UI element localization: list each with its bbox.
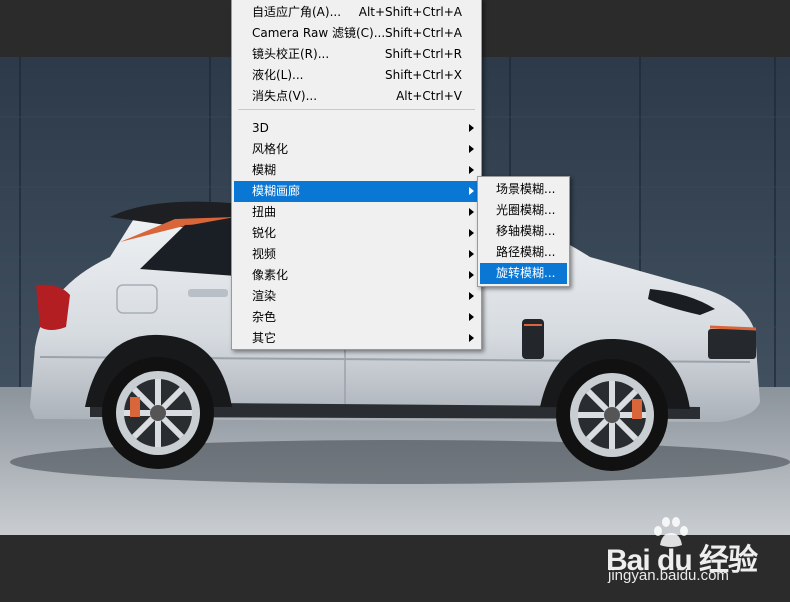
menu-item-field-blur[interactable]: 场景模糊... bbox=[480, 179, 567, 200]
menu-item-path-blur[interactable]: 路径模糊... bbox=[480, 242, 567, 263]
menu-item-label: 风格化 bbox=[252, 142, 289, 156]
menu-item-lens-correction[interactable]: 镜头校正(R)... Shift+Ctrl+R bbox=[234, 44, 479, 65]
menu-item-label: 视频 bbox=[252, 247, 277, 261]
blur-gallery-submenu: 场景模糊... 光圈模糊... 移轴模糊... 路径模糊... 旋转模糊... bbox=[477, 176, 570, 287]
submenu-arrow-icon bbox=[469, 229, 474, 237]
menu-item-shortcut: Shift+Ctrl+A bbox=[385, 26, 462, 40]
submenu-noise[interactable]: 杂色 bbox=[234, 307, 479, 328]
menu-item-spin-blur[interactable]: 旋转模糊... bbox=[480, 263, 567, 284]
submenu-arrow-icon bbox=[469, 208, 474, 216]
menu-item-label: 3D bbox=[252, 121, 269, 135]
submenu-arrow-icon bbox=[469, 334, 474, 342]
submenu-blur[interactable]: 模糊 bbox=[234, 160, 479, 181]
menu-item-label: 消失点(V)... bbox=[252, 89, 318, 103]
menu-item-label: 像素化 bbox=[252, 268, 289, 282]
menu-item-shortcut: Shift+Ctrl+X bbox=[385, 68, 462, 82]
menu-item-adaptive-wide-angle[interactable]: 自适应广角(A)... Alt+Shift+Ctrl+A bbox=[234, 2, 479, 23]
submenu-pixelate[interactable]: 像素化 bbox=[234, 265, 479, 286]
menu-item-label: 液化(L)... bbox=[252, 68, 304, 82]
submenu-3d[interactable]: 3D bbox=[234, 118, 479, 139]
submenu-sharpen[interactable]: 锐化 bbox=[234, 223, 479, 244]
menu-item-label: 镜头校正(R)... bbox=[252, 47, 330, 61]
menu-item-shortcut: Shift+Ctrl+R bbox=[384, 47, 462, 61]
submenu-other[interactable]: 其它 bbox=[234, 328, 479, 349]
submenu-distort[interactable]: 扭曲 bbox=[234, 202, 479, 223]
submenu-arrow-icon bbox=[469, 124, 474, 132]
menu-item-shortcut: Alt+Shift+Ctrl+A bbox=[358, 5, 462, 19]
menu-item-iris-blur[interactable]: 光圈模糊... bbox=[480, 200, 567, 221]
submenu-arrow-icon bbox=[469, 292, 474, 300]
menu-item-tilt-shift[interactable]: 移轴模糊... bbox=[480, 221, 567, 242]
menu-item-label: 扭曲 bbox=[252, 205, 277, 219]
menu-item-label: 移轴模糊... bbox=[496, 224, 556, 238]
menu-item-label: 其它 bbox=[252, 331, 277, 345]
menu-item-label: 路径模糊... bbox=[496, 245, 556, 259]
submenu-arrow-icon bbox=[469, 187, 474, 195]
submenu-video[interactable]: 视频 bbox=[234, 244, 479, 265]
submenu-arrow-icon bbox=[469, 313, 474, 321]
submenu-render[interactable]: 渲染 bbox=[234, 286, 479, 307]
menu-item-camera-raw-filter[interactable]: Camera Raw 滤镜(C)... Shift+Ctrl+A bbox=[234, 23, 479, 44]
baidu-jingyan-watermark: Bai du 经验 jingyan.baidu.com bbox=[606, 515, 786, 590]
menu-item-label: 光圈模糊... bbox=[496, 203, 556, 217]
menu-item-label: Camera Raw 滤镜(C)... bbox=[252, 26, 386, 40]
submenu-arrow-icon bbox=[469, 271, 474, 279]
submenu-arrow-icon bbox=[469, 250, 474, 258]
submenu-stylize[interactable]: 风格化 bbox=[234, 139, 479, 160]
menu-item-label: 模糊画廊 bbox=[252, 184, 301, 198]
menu-item-liquify[interactable]: 液化(L)... Shift+Ctrl+X bbox=[234, 65, 479, 86]
menu-item-label: 模糊 bbox=[252, 163, 277, 177]
submenu-blur-gallery[interactable]: 模糊画廊 bbox=[234, 181, 479, 202]
menu-item-label: 锐化 bbox=[252, 226, 277, 240]
menu-item-label: 场景模糊... bbox=[496, 182, 556, 196]
menu-item-vanishing-point[interactable]: 消失点(V)... Alt+Ctrl+V bbox=[234, 86, 479, 107]
menu-separator bbox=[238, 109, 475, 110]
menu-item-label: 旋转模糊... bbox=[496, 266, 556, 280]
submenu-arrow-icon bbox=[469, 166, 474, 174]
menu-item-label: 自适应广角(A)... bbox=[252, 5, 342, 19]
menu-item-label: 杂色 bbox=[252, 310, 277, 324]
filter-dropdown-menu: 自适应广角(A)... Alt+Shift+Ctrl+A Camera Raw … bbox=[231, 0, 482, 350]
menu-item-shortcut: Alt+Ctrl+V bbox=[396, 89, 462, 103]
watermark-url: jingyan.baidu.com bbox=[608, 567, 729, 584]
menu-item-label: 渲染 bbox=[252, 289, 277, 303]
submenu-arrow-icon bbox=[469, 145, 474, 153]
